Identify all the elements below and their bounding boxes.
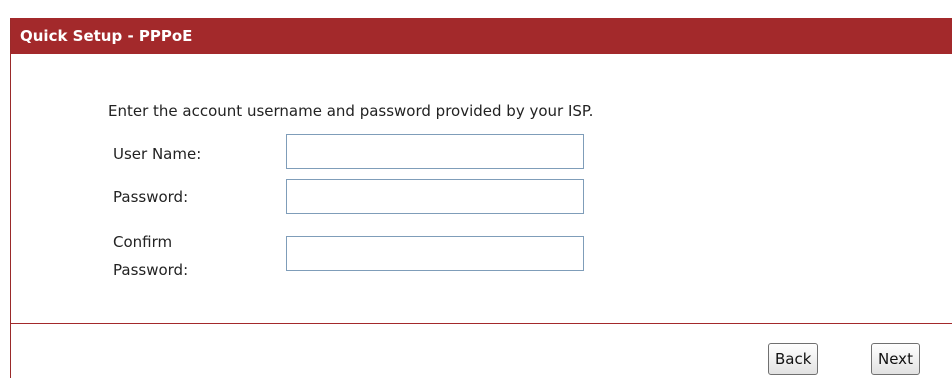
password-label: Password: bbox=[113, 188, 189, 206]
confirm-password-label-line2: Password: bbox=[113, 261, 189, 279]
password-input[interactable] bbox=[286, 179, 584, 214]
username-label: User Name: bbox=[113, 145, 202, 163]
footer-divider bbox=[11, 323, 952, 324]
back-button[interactable]: Back bbox=[768, 343, 819, 375]
confirm-password-input[interactable] bbox=[286, 236, 584, 271]
username-input[interactable] bbox=[286, 134, 584, 169]
confirm-password-label-line1: Confirm bbox=[113, 233, 173, 251]
instruction-text: Enter the account username and password … bbox=[108, 102, 594, 120]
panel-title: Quick Setup - PPPoE bbox=[11, 18, 952, 54]
quick-setup-panel: Quick Setup - PPPoE Enter the account us… bbox=[10, 18, 952, 378]
next-button[interactable]: Next bbox=[871, 343, 920, 375]
